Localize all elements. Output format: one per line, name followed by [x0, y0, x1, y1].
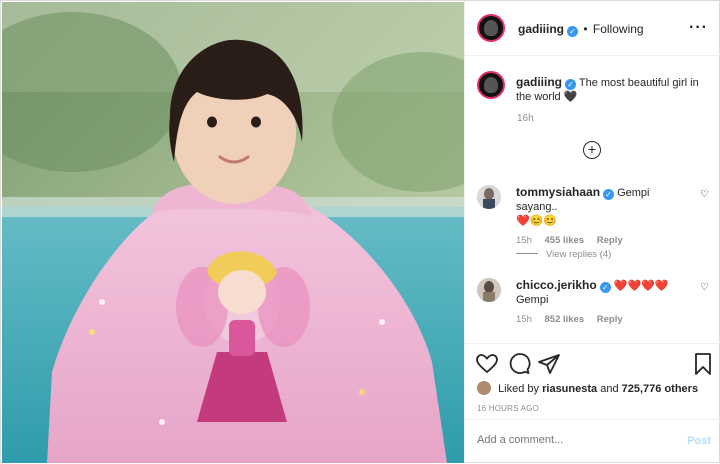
caption-username[interactable]: gadiiing	[516, 75, 562, 89]
comment-likes[interactable]: 455 likes	[545, 235, 585, 246]
header-meta: gadiiing ✓ • Following	[518, 22, 644, 37]
author-avatar[interactable]	[477, 14, 505, 42]
add-comment-bar: Post	[465, 419, 720, 463]
heart-outline-icon	[476, 354, 498, 374]
author-username[interactable]: gadiiing	[518, 22, 564, 36]
comment-time: 15h	[516, 314, 532, 325]
speech-bubble-icon	[509, 353, 531, 374]
comment-time: 15h	[516, 235, 532, 246]
separator: •	[583, 22, 588, 36]
share-paper-plane-icon[interactable]	[537, 352, 561, 376]
commenter-avatar[interactable]	[477, 278, 501, 302]
instagram-post: gadiiing ✓ • Following ··· gadiiing ✓ The …	[0, 0, 720, 464]
post-timestamp: 16 HOURS AGO	[477, 404, 539, 413]
load-more-comments-icon[interactable]: +	[583, 141, 601, 159]
more-dots-icon[interactable]: ···	[689, 19, 708, 37]
comment-like-icon[interactable]: ♡	[700, 189, 709, 200]
comment-text-block: chicco.jerikho ✓ ❤️❤️❤️❤️ Gempi 15h 852 l…	[516, 278, 692, 327]
comment-meta: 15h 455 likes Reply	[516, 234, 692, 248]
comment-text-block: tommysiahaan ✓ Gempi sayang.. ❤️😊😊 15h 45…	[516, 185, 692, 248]
verified-badge-icon: ✓	[603, 189, 615, 200]
comment-hearts: ❤️❤️❤️❤️	[613, 280, 669, 292]
post-header: gadiiing ✓ • Following ···	[465, 1, 720, 56]
liker-avatar[interactable]	[477, 381, 491, 395]
view-replies-button[interactable]: View replies (4)	[546, 249, 611, 260]
comment-username[interactable]: chicco.jerikho	[516, 278, 597, 292]
comment-like-icon[interactable]: ♡	[700, 282, 709, 293]
comment-likes[interactable]: 852 likes	[545, 314, 585, 325]
action-bar: Liked by riasunesta and 725,776 others 1…	[465, 343, 720, 463]
caption-time: 16h	[517, 113, 534, 124]
caption-text-block: gadiiing ✓ The most beautiful girl in the…	[516, 75, 706, 104]
comment-input[interactable]	[477, 434, 667, 446]
post-photo[interactable]	[2, 2, 464, 463]
liked-by-count[interactable]: 725,776 others	[622, 383, 698, 395]
commenter-photo-icon	[477, 278, 501, 302]
save-bookmark-icon[interactable]	[691, 352, 715, 376]
following-button[interactable]: Following	[593, 22, 644, 36]
reply-button[interactable]: Reply	[597, 235, 623, 246]
commenter-photo-icon	[477, 185, 501, 209]
liked-by-row: Liked by riasunesta and 725,776 others	[477, 381, 698, 395]
comment-item: chicco.jerikho ✓ ❤️❤️❤️❤️ Gempi 15h 852 l…	[477, 278, 709, 333]
verified-badge-icon: ✓	[567, 26, 578, 37]
liked-by-user[interactable]: riasunesta	[542, 383, 597, 395]
bookmark-icon	[695, 353, 711, 375]
liked-by-and: and	[600, 383, 619, 395]
like-heart-icon[interactable]	[475, 352, 499, 376]
liked-by-prefix: Liked by	[498, 383, 540, 395]
post-sidebar: gadiiing ✓ • Following ··· gadiiing ✓ The …	[464, 1, 720, 464]
commenter-avatar[interactable]	[477, 185, 501, 209]
caption-avatar[interactable]	[477, 71, 505, 99]
comment-bubble-icon[interactable]	[507, 352, 531, 376]
paper-plane-icon	[538, 354, 560, 374]
view-replies-row[interactable]: View replies (4)	[516, 249, 611, 260]
view-replies-line	[516, 253, 538, 254]
reply-button[interactable]: Reply	[597, 314, 623, 325]
verified-badge-icon: ✓	[565, 79, 576, 90]
comment-username[interactable]: tommysiahaan	[516, 185, 600, 199]
comment-meta: 15h 852 likes Reply	[516, 313, 692, 327]
comment-item: tommysiahaan ✓ Gempi sayang.. ❤️😊😊 15h 45…	[477, 185, 709, 265]
post-comment-button[interactable]: Post	[687, 435, 711, 447]
photo-illustration	[2, 2, 464, 463]
comment-emojis: ❤️😊😊	[516, 215, 558, 227]
comment-text: Gempi	[516, 294, 549, 306]
verified-badge-icon: ✓	[599, 282, 611, 293]
